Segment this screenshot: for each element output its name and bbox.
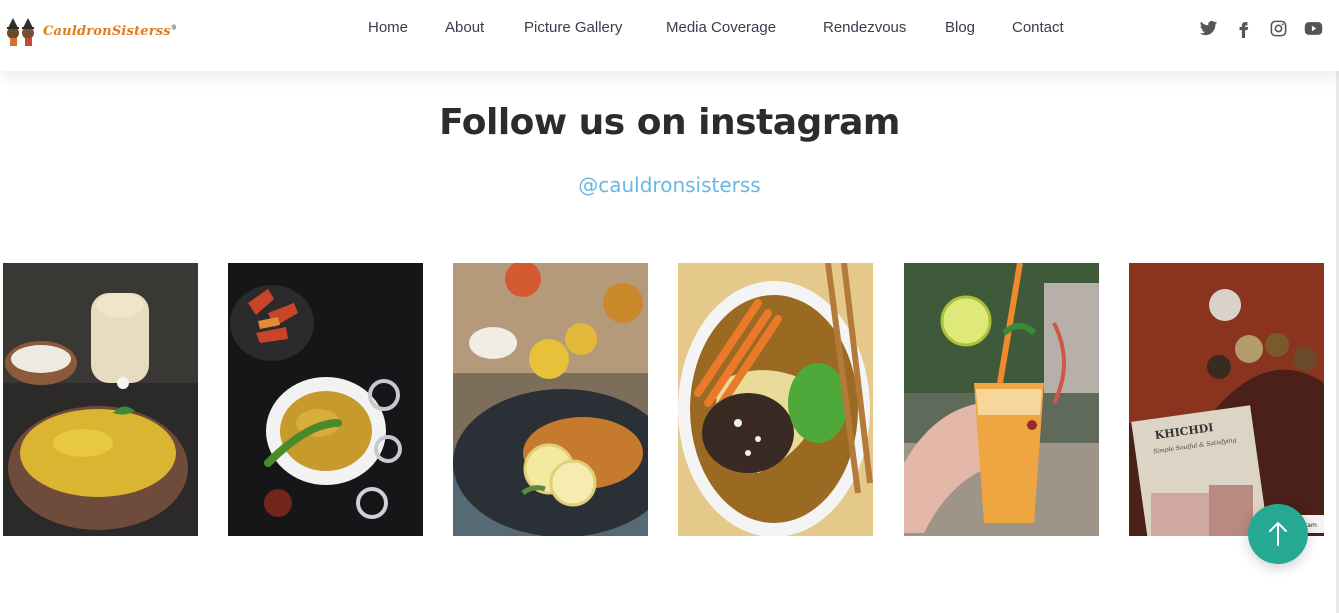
main-nav: Home About Picture Gallery Media Coverag…: [0, 19, 1339, 41]
arrow-up-icon: [1269, 521, 1287, 546]
site-header: CauldronSisterss® Home About Picture Gal…: [0, 0, 1339, 71]
scroll-to-top-button[interactable]: [1248, 504, 1308, 564]
social-links: [1199, 19, 1323, 38]
instagram-post[interactable]: [3, 263, 198, 536]
youtube-icon[interactable]: [1304, 19, 1323, 38]
nav-media-coverage[interactable]: Media Coverage: [666, 19, 776, 36]
khichdi-book-photo: KHICHDI Simple Soulful & Satisfying gram: [1129, 263, 1324, 536]
instagram-icon[interactable]: [1269, 19, 1288, 38]
nav-about[interactable]: About: [445, 19, 484, 36]
twitter-icon[interactable]: [1199, 19, 1218, 38]
instagram-handle-link[interactable]: @cauldronsisterss: [0, 173, 1339, 197]
instagram-gallery: KHICHDI Simple Soulful & Satisfying gram: [0, 263, 1339, 536]
nav-rendezvous[interactable]: Rendezvous: [823, 19, 906, 36]
instagram-post[interactable]: [453, 263, 648, 536]
nav-picture-gallery[interactable]: Picture Gallery: [524, 19, 622, 36]
ramen-bowl-photo: [678, 263, 873, 536]
instagram-post[interactable]: [228, 263, 423, 536]
khichdi-chilli-photo: [228, 263, 423, 536]
orange-cooler-photo: [904, 263, 1099, 536]
instagram-post[interactable]: [904, 263, 1099, 536]
nav-home[interactable]: Home: [368, 19, 408, 36]
instagram-heading: Follow us on instagram: [439, 102, 900, 143]
facebook-icon[interactable]: [1234, 19, 1253, 38]
khichdi-photo: [3, 263, 198, 536]
instagram-post[interactable]: KHICHDI Simple Soulful & Satisfying gram: [1129, 263, 1324, 536]
dal-lemon-photo: [453, 263, 648, 536]
instagram-post[interactable]: [678, 263, 873, 536]
nav-contact[interactable]: Contact: [1012, 19, 1064, 36]
nav-blog[interactable]: Blog: [945, 19, 975, 36]
